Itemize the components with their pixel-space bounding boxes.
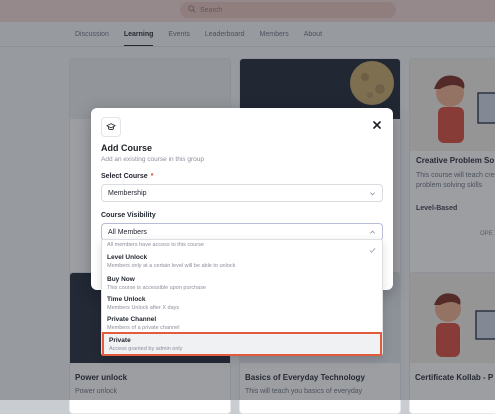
option-description: Members of a private channel: [107, 325, 180, 331]
course-visibility-label: Course Visibility: [101, 212, 156, 219]
option-description: All members have access to this course: [107, 242, 204, 248]
course-visibility-options: All members have access to this course L…: [101, 239, 383, 356]
modal-title: Add Course: [101, 143, 153, 153]
check-icon: [369, 241, 376, 253]
option-title: Private Channel: [107, 316, 157, 323]
option-title: Private: [109, 337, 131, 344]
option-title: Buy Now: [107, 276, 135, 283]
close-icon[interactable]: [371, 118, 383, 130]
modal-subtitle: Add an existing course in this group: [101, 156, 204, 163]
option-description: This course is accessible upon purchase: [107, 285, 207, 291]
option-private[interactable]: Private Access granted by admin only: [102, 332, 382, 356]
option-description: Access granted by admin only: [109, 346, 183, 352]
select-course-label: Select Course *: [101, 173, 154, 180]
option-all-members[interactable]: All members have access to this course: [102, 240, 382, 253]
option-level-unlock[interactable]: Level Unlock Members only at a certain l…: [102, 253, 382, 273]
option-title: Level Unlock: [107, 254, 148, 261]
option-description: Members Unlock after X days: [107, 305, 180, 311]
option-time-unlock[interactable]: Time Unlock Members Unlock after X days: [102, 295, 382, 315]
graduation-cap-icon: [101, 117, 121, 137]
select-course-dropdown[interactable]: Membership: [101, 184, 383, 202]
option-title: Time Unlock: [107, 296, 146, 303]
option-description: Members only at a certain level will be …: [107, 263, 236, 269]
required-marker: *: [150, 173, 154, 180]
chevron-down-icon: [369, 190, 376, 197]
chevron-up-icon: [369, 229, 376, 236]
select-course-value: Membership: [108, 189, 147, 197]
course-visibility-value: All Members: [108, 228, 147, 236]
option-buy-now[interactable]: Buy Now This course is accessible upon p…: [102, 275, 382, 295]
